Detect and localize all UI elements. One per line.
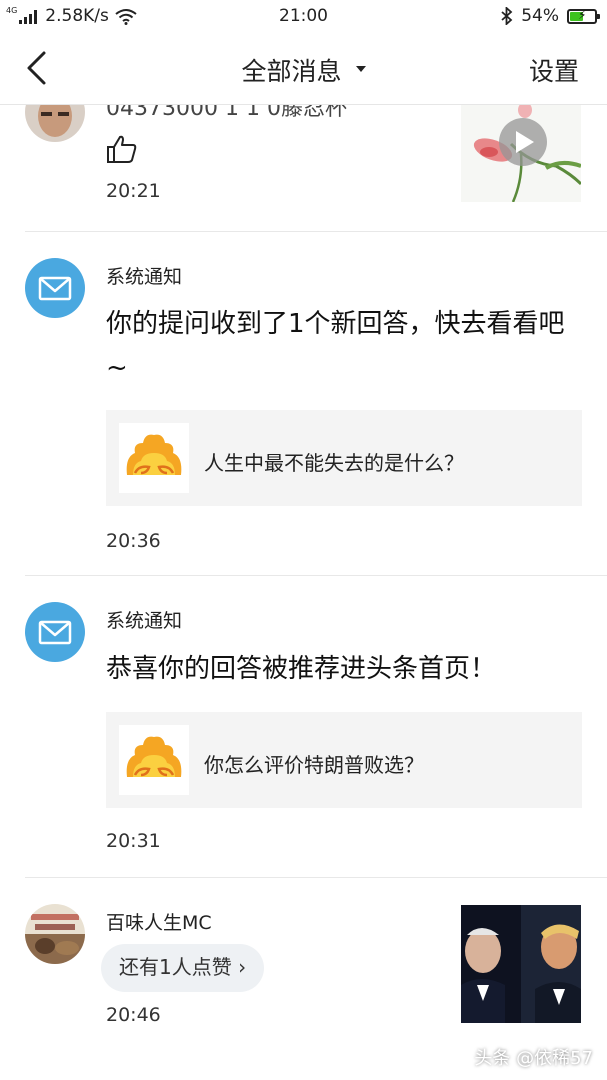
- avatar[interactable]: [25, 904, 85, 964]
- message-time: 20:31: [106, 830, 161, 852]
- thumbs-up-icon: [107, 135, 137, 163]
- message-item-system[interactable]: 系统通知 你的提问收到了1个新回答，快去看看吧~ 人生中最不能失去的是什么？ 2…: [0, 232, 607, 576]
- message-text: 恭喜你的回答被推荐进头条首页！: [106, 654, 497, 684]
- messages-filter-dropdown[interactable]: 全部消息: [0, 52, 607, 88]
- more-likes-button[interactable]: 还有1人点赞 ›: [101, 944, 265, 992]
- message-item-like[interactable]: 04373000 1 1 0藤忍杯 20:21: [0, 104, 607, 232]
- avatar[interactable]: [25, 104, 85, 142]
- message-time: 20:46: [106, 1004, 161, 1026]
- question-title: 你怎么评价特朗普败选？: [204, 753, 424, 777]
- settings-button[interactable]: 设置: [529, 52, 579, 88]
- message-time: 20:21: [106, 180, 161, 202]
- status-right: 54% ⚡: [501, 6, 600, 26]
- message-time: 20:36: [106, 530, 161, 552]
- question-title: 人生中最不能失去的是什么？: [204, 451, 464, 475]
- bluetooth-icon: [501, 7, 513, 25]
- watermark: 头条 @依稀57: [474, 1048, 593, 1069]
- message-feed[interactable]: 04373000 1 1 0藤忍杯 20:21 系统通知 你的提问收到了1个新回…: [0, 104, 607, 1080]
- mail-icon: [38, 276, 72, 301]
- message-partial-text: 04373000 1 1 0藤忍杯: [106, 104, 347, 121]
- wukong-logo-icon: [119, 423, 189, 493]
- sender-name: 系统通知: [106, 266, 183, 288]
- system-avatar: [25, 258, 85, 318]
- politicians-photo-thumbnail[interactable]: [461, 905, 581, 1023]
- mail-icon: [38, 620, 72, 645]
- caret-down-icon: [355, 66, 366, 72]
- question-card[interactable]: 人生中最不能失去的是什么？: [106, 410, 582, 506]
- flower-video-thumbnail[interactable]: [461, 104, 581, 202]
- message-item-system[interactable]: 系统通知 恭喜你的回答被推荐进头条首页！ 你怎么评价特朗普败选？ 20:31: [0, 576, 607, 878]
- page-title: 全部消息: [241, 57, 342, 86]
- battery-percent: 54%: [521, 6, 559, 26]
- question-card[interactable]: 你怎么评价特朗普败选？: [106, 712, 582, 808]
- charging-bolt-icon: ⚡: [578, 7, 587, 22]
- wukong-logo-icon: [119, 725, 189, 795]
- sender-name: 百味人生MC: [106, 912, 212, 934]
- sender-name: 系统通知: [106, 610, 183, 632]
- status-bar: 4G 2.58K/s 21:00 54% ⚡: [0, 0, 607, 32]
- nav-bar: 全部消息 设置: [0, 32, 607, 105]
- message-text: 你的提问收到了1个新回答，快去看看吧~: [106, 309, 565, 383]
- battery-icon: ⚡: [567, 7, 600, 24]
- system-avatar: [25, 602, 85, 662]
